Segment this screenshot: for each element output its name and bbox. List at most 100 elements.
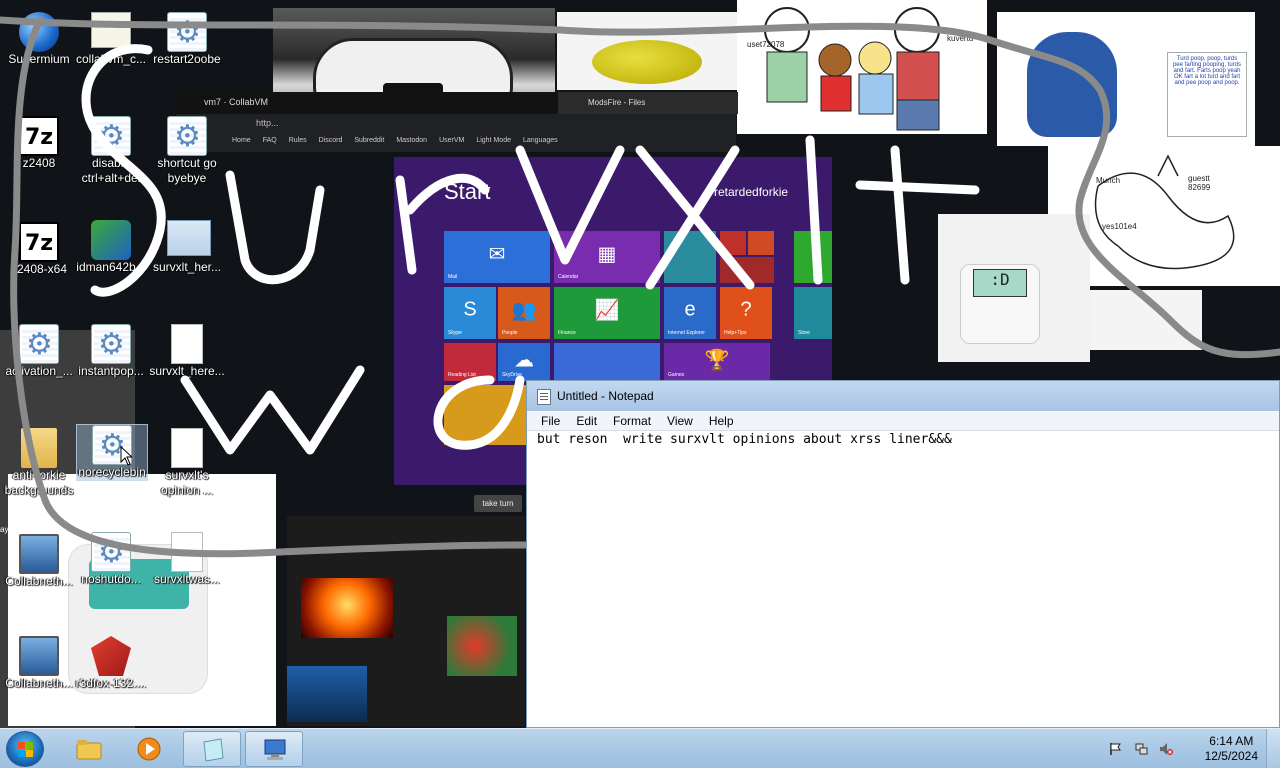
desktop-icon-noshutdown[interactable]: noshutdo... <box>72 532 150 587</box>
desktop-icon-z2408[interactable]: 7z z2408 <box>0 116 78 171</box>
desktop-icon-instantpop[interactable]: instantpop... <box>72 324 150 379</box>
taskbar-clock[interactable]: 6:14 AM 12/5/2024 <box>1205 734 1258 764</box>
desktop-icon-collabnet-1[interactable]: Collabneth... <box>0 534 78 589</box>
desktop-icon-survxlt-here-2[interactable]: survxlt_here... <box>148 324 226 379</box>
doc-shape <box>171 324 203 364</box>
wallpaper-comic-image: uset72078 kuvertu <box>737 0 987 134</box>
desktop-icon-r3dfox[interactable]: r3dfox-132.... <box>72 636 150 691</box>
icon-label: survxltwas... <box>153 572 220 586</box>
start-title: Start <box>444 179 491 204</box>
batch-file-icon <box>19 324 59 364</box>
installer-icon <box>91 220 131 260</box>
menu-file[interactable]: File <box>533 411 568 430</box>
taskbar-notepad-button[interactable] <box>183 731 241 767</box>
icon-label: r3dfox-132.... <box>75 676 147 690</box>
ie-icon: e <box>684 298 696 321</box>
desktop-icon-z2408-x64[interactable]: 7z z2408-x64 <box>0 222 78 277</box>
windows-logo-icon <box>18 742 33 757</box>
gear-icon <box>167 116 207 156</box>
nav-home: Home <box>232 137 251 144</box>
taskbar-media-player-button[interactable] <box>120 731 178 767</box>
menu-help[interactable]: Help <box>701 411 742 430</box>
icon-label: z2408-x64 <box>10 262 68 276</box>
mouse-cursor-icon <box>120 446 132 466</box>
r3dfox-shape <box>91 636 131 676</box>
wallpaper-modsfire-tab: ModsFire - Files <box>558 92 738 114</box>
comic-username: uset72078 <box>747 40 785 49</box>
notepad-menubar: File Edit Format View Help <box>527 411 1279 431</box>
tile-games: 🏆 Games <box>664 343 770 381</box>
yellow-blob-shape <box>592 40 702 84</box>
batch-file-icon <box>91 324 131 364</box>
taskbar-network-button[interactable] <box>245 731 303 767</box>
wallpaper-robot-small-image <box>1090 290 1202 350</box>
nav-discord: Discord <box>318 137 343 144</box>
icon-label: idman642b... <box>76 260 146 274</box>
batch-file-icon <box>167 12 207 52</box>
cat-note: Turd poop, poop, turds pee farting poopi… <box>1167 52 1247 137</box>
wallpaper-yellow-blob-image <box>557 12 737 90</box>
notepad-titlebar[interactable]: Untitled - Notepad <box>527 381 1279 411</box>
tile-store-partial <box>794 231 832 283</box>
clock-time: 6:14 AM <box>1209 734 1254 748</box>
notepad-icon <box>537 389 551 405</box>
desktop-icon-survxlt-here-1[interactable]: survxlt_her... <box>148 220 226 275</box>
notepad-text-area[interactable]: but reson write surxvlt opinions about x… <box>535 431 1279 727</box>
certificate-icon <box>91 12 131 52</box>
icon-label: instantpop... <box>78 364 144 378</box>
menu-format[interactable]: Format <box>605 411 659 430</box>
media-player-icon <box>137 737 161 761</box>
icon-label: survxlt's opinion ... <box>160 468 214 497</box>
desktop-icon-collabnet-2[interactable]: Collabneth... <box>0 636 78 691</box>
desktop-icon-shortcut-go-byebye[interactable]: shortcut go byebye <box>148 116 226 186</box>
notepad-window[interactable]: Untitled - Notepad File Edit Format View… <box>526 380 1280 728</box>
pc-shape <box>19 636 59 676</box>
take-turn-button: take turn <box>474 495 522 512</box>
sketch-label-guest: guestt 82699 <box>1188 174 1211 192</box>
desktop-icon-survxltwas[interactable]: survxltwas... <box>148 532 226 587</box>
comic-characters-drawing <box>764 7 940 131</box>
menu-view[interactable]: View <box>659 411 701 430</box>
desktop-icon-norecyclebin[interactable]: norecyclebin <box>76 424 148 481</box>
folder-shape <box>21 428 57 468</box>
nav-faq: FAQ <box>262 137 277 144</box>
desktop-icon-survxlt-opinion[interactable]: survxlt's opinion ... <box>148 428 226 498</box>
desktop-icon-restart2oobe[interactable]: restart2oobe <box>148 12 226 67</box>
tile-camera <box>720 257 774 283</box>
tile-help: ? Help+Tips <box>720 287 772 339</box>
notepad-title: Untitled - Notepad <box>557 389 654 403</box>
browser-nav: Home FAQ Rules Discord Subreddit Mastodo… <box>176 134 736 152</box>
icon-label: activation_... <box>5 364 73 378</box>
volume-muted-icon[interactable] <box>1159 742 1173 756</box>
show-desktop-button[interactable] <box>1266 729 1280 768</box>
batch-file-icon <box>91 116 131 156</box>
network-icon[interactable] <box>1135 742 1149 756</box>
batch-file-icon <box>91 532 131 572</box>
network-computer-icon <box>19 534 59 574</box>
desktop-icon-idman[interactable]: idman642b... <box>72 220 150 275</box>
action-center-flag-icon[interactable] <box>1109 742 1123 756</box>
doc-shape <box>171 532 203 572</box>
tile-ie: e Internet Explorer <box>664 287 716 339</box>
gear-icon <box>91 116 131 156</box>
tile-calendar: ▦ Calendar <box>554 231 660 283</box>
desktop-icon-activation[interactable]: activation_... <box>0 324 78 379</box>
globe-icon <box>19 12 59 52</box>
icon-label: Collabneth... <box>5 676 73 690</box>
tile-photos <box>664 231 716 283</box>
nav-rules: Rules <box>288 137 307 144</box>
desktop-icon-collabvm-cert[interactable]: collabvm_c... <box>72 12 150 67</box>
nav-light-mode: Light Mode <box>476 137 511 144</box>
taskbar-explorer-button[interactable] <box>60 731 118 767</box>
tile-video <box>720 231 746 255</box>
desktop-icon-supermium[interactable]: Supermium <box>0 12 78 67</box>
menu-edit[interactable]: Edit <box>568 411 605 430</box>
desktop-icon-disable-ctrl-alt-del[interactable]: disable ctrl+alt+del <box>72 116 150 186</box>
folder-icon <box>76 740 102 760</box>
people-icon: 👥 <box>511 299 537 322</box>
7zip-icon: 7z <box>19 222 59 262</box>
desktop-icon-anti-forkie-backgrounds[interactable]: anti-forkie backgrounds <box>0 428 78 498</box>
cloud-icon: ☁ <box>514 349 534 372</box>
start-button[interactable] <box>6 731 44 767</box>
7zip-icon: 7z <box>19 116 59 156</box>
